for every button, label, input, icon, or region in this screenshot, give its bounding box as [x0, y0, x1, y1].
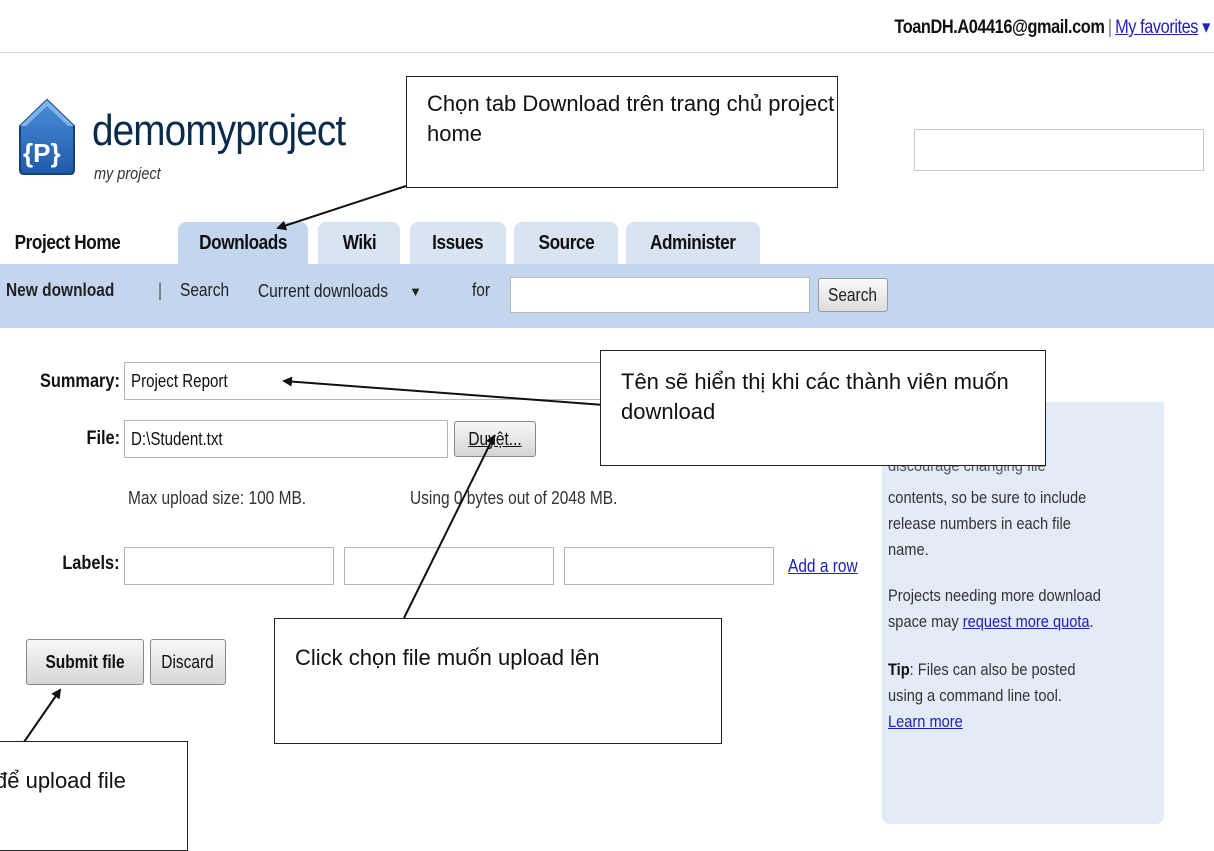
callout-downloads-tab: Chọn tab Download trên trang chủ project…: [406, 76, 838, 188]
callout-submit: để upload file: [0, 741, 188, 851]
callout-browse: Click chọn file muốn upload lên: [274, 618, 722, 744]
callout-summary: Tên sẽ hiển thị khi các thành viên muốn …: [600, 350, 1046, 466]
